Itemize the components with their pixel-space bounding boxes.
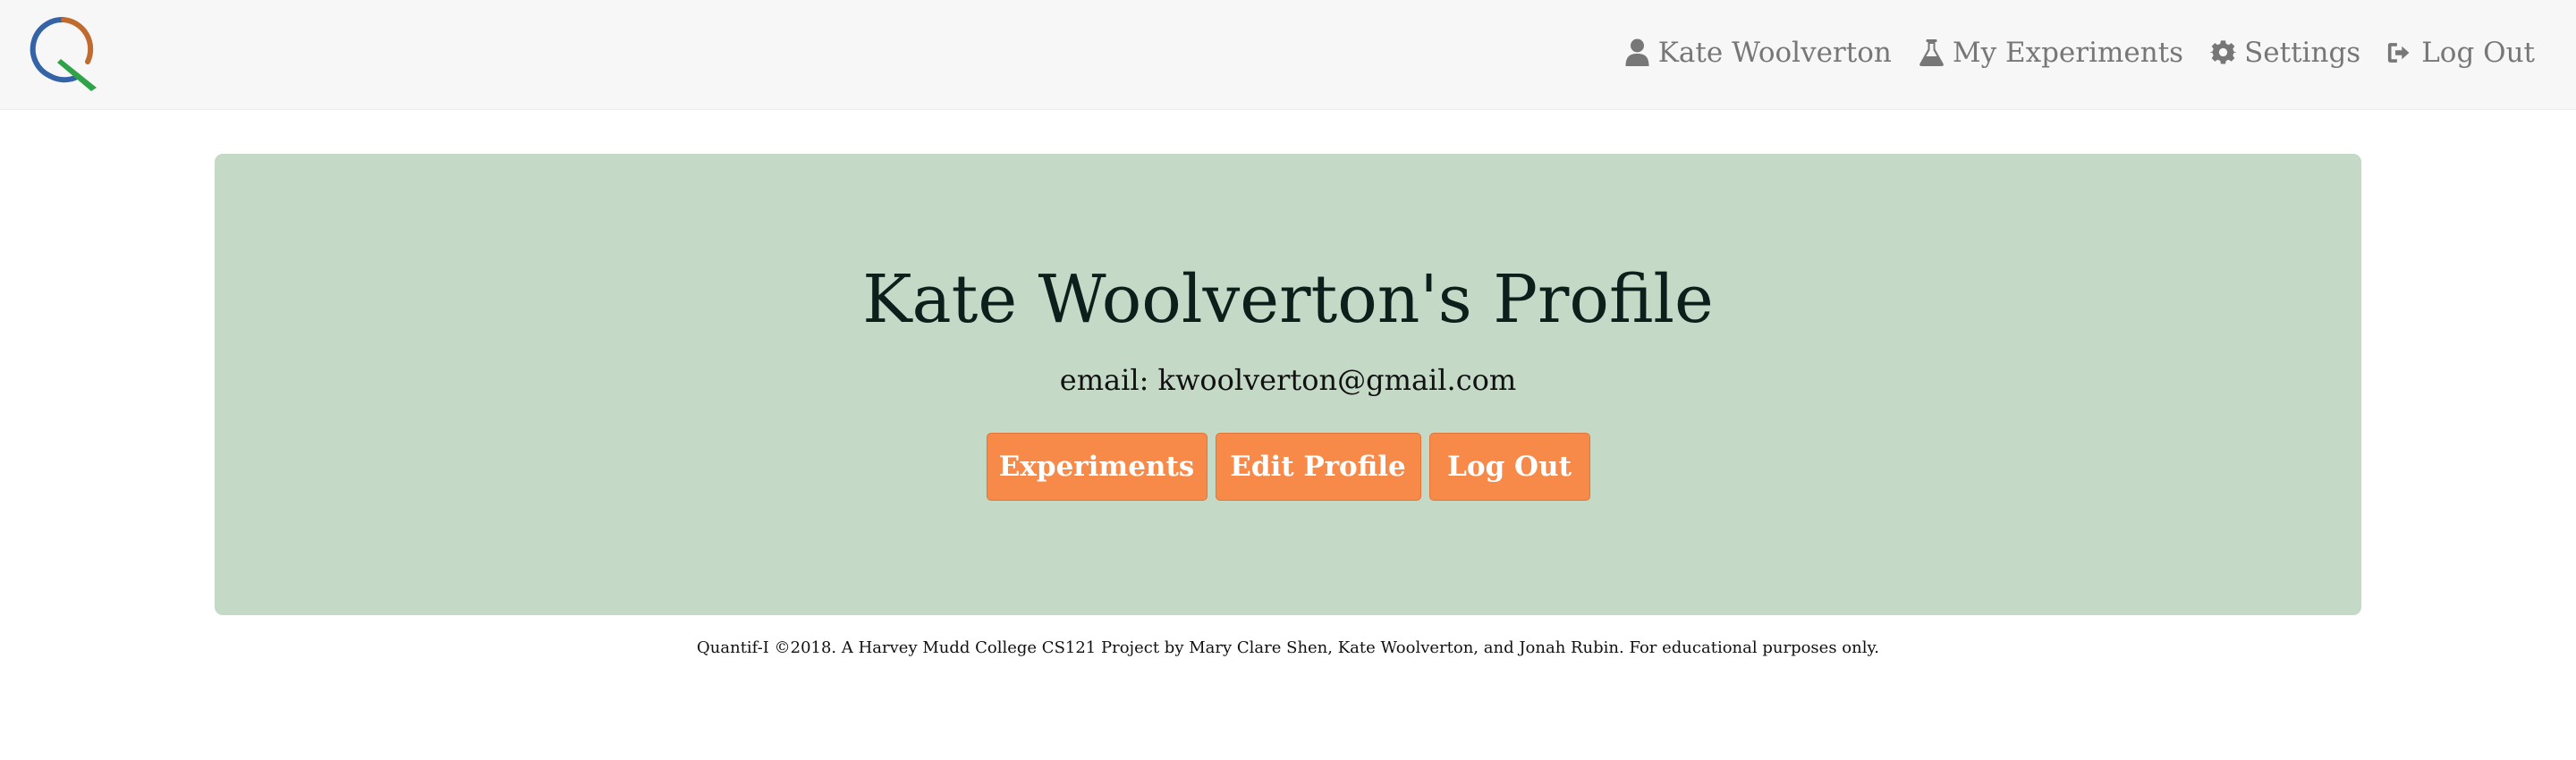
nav-item-profile[interactable]: Kate Woolverton: [1624, 37, 1892, 69]
flask-icon: [1919, 39, 1944, 66]
nav-item-label: Kate Woolverton: [1657, 37, 1892, 69]
log-out-button[interactable]: Log Out: [1428, 433, 1590, 501]
gear-icon: [2210, 40, 2237, 64]
edit-profile-button[interactable]: Edit Profile: [1215, 433, 1421, 501]
quantif-i-logo-icon[interactable]: [23, 13, 104, 93]
user-icon: [1625, 38, 1649, 66]
nav-item-label: Settings: [2244, 37, 2361, 69]
profile-panel: Kate Woolverton's Profile email: kwoolve…: [215, 154, 2361, 615]
nav-item-label: Log Out: [2421, 37, 2535, 69]
page-title: Kate Woolverton's Profile: [862, 261, 1714, 338]
footer-text: Quantif-I ©2018. A Harvey Mudd College C…: [697, 638, 1879, 657]
profile-actions: Experiments Edit Profile Log Out: [215, 433, 2361, 501]
nav-item-my-experiments[interactable]: My Experiments: [1919, 37, 2183, 69]
profile-email: email: kwoolverton@gmail.com: [1059, 363, 1517, 397]
nav-item-settings[interactable]: Settings: [2210, 37, 2360, 69]
top-navbar: Kate Woolverton My Experiments Settings …: [0, 0, 2576, 110]
nav-item-log-out[interactable]: Log Out: [2387, 37, 2535, 69]
nav-item-label: My Experiments: [1952, 37, 2184, 69]
nav-links: Kate Woolverton My Experiments Settings …: [1597, 0, 2535, 106]
experiments-button[interactable]: Experiments: [986, 433, 1208, 501]
sign-out-icon: [2388, 43, 2410, 63]
